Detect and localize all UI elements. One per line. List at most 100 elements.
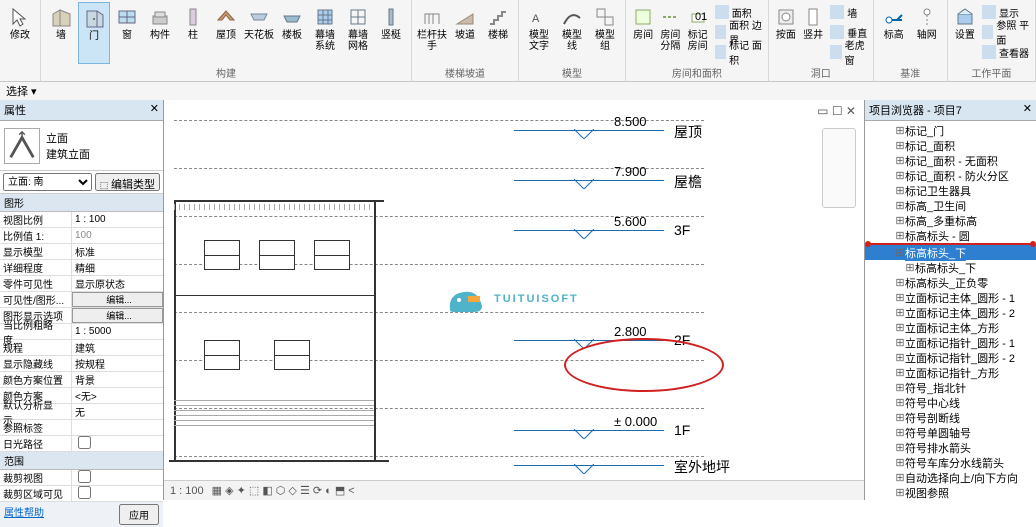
- expand-icon[interactable]: ⊞: [895, 456, 905, 469]
- prop-row[interactable]: 显示模型标准: [0, 244, 163, 260]
- tree-node[interactable]: ⊞符号排水箭头: [865, 440, 1036, 455]
- level-name[interactable]: 1F: [674, 422, 690, 438]
- expand-icon[interactable]: ⊞: [895, 154, 905, 167]
- tree-node[interactable]: ⊞标记_门: [865, 123, 1036, 138]
- tree-node[interactable]: ⊞标高_多重标高: [865, 213, 1036, 228]
- level-value[interactable]: 5.600: [614, 214, 647, 229]
- ribbon-small-button[interactable]: 查看器: [982, 42, 1031, 62]
- tree-node[interactable]: ⊞标高_卫生间: [865, 198, 1036, 213]
- view-control-bar[interactable]: 1 : 100 ▦ ◈ ✦ ⬚ ◧ ⬡ ◇ ☰ ⟳ ◐ ⬒ <: [164, 480, 864, 500]
- tree-node[interactable]: ⊞符号单圆轴号: [865, 425, 1036, 440]
- drawing-canvas[interactable]: ▭ ☐ ✕ 8.500屋顶7.900屋檐5.6003F2.8002F± 0.00…: [164, 100, 864, 500]
- tree-node[interactable]: ⊞标高标头_下: [865, 260, 1036, 275]
- expand-icon[interactable]: ⊞: [895, 124, 905, 137]
- tree-node[interactable]: ⊞立面标记指针_方形: [865, 365, 1036, 380]
- prop-row[interactable]: 详细程度精细: [0, 260, 163, 276]
- expand-icon[interactable]: ⊞: [895, 199, 905, 212]
- tree-node[interactable]: ⊞标高标头 - 圆: [865, 228, 1036, 243]
- close-icon[interactable]: ✕: [1023, 102, 1032, 118]
- tree-node[interactable]: ⊞标记_面积 - 防火分区: [865, 168, 1036, 183]
- expand-icon[interactable]: ⊞: [895, 306, 905, 319]
- ribbon-curtain-button[interactable]: 幕墙 系统: [309, 2, 341, 64]
- tree-node[interactable]: ⊞标高标头_下: [865, 245, 1036, 260]
- ribbon-room-button[interactable]: 房间: [630, 2, 656, 64]
- tree-node[interactable]: ⊞立面标记主体_圆形 - 1: [865, 290, 1036, 305]
- prop-row[interactable]: 默认分析显示...无: [0, 404, 163, 420]
- ribbon-stair-button[interactable]: 楼梯: [482, 2, 514, 64]
- ribbon-floor-button[interactable]: 楼板: [276, 2, 308, 64]
- prop-group[interactable]: 范围: [0, 452, 163, 470]
- ribbon-byface-button[interactable]: 按面: [773, 2, 799, 64]
- level-value[interactable]: 8.500: [614, 114, 647, 129]
- level-value[interactable]: ± 0.000: [614, 414, 657, 429]
- tree-node[interactable]: ⊞标记卫生器具: [865, 183, 1036, 198]
- expand-icon[interactable]: ⊞: [895, 396, 905, 409]
- expand-icon[interactable]: ⊞: [895, 169, 905, 182]
- expand-icon[interactable]: ⊞: [895, 321, 905, 334]
- expand-icon[interactable]: ⊞: [895, 276, 905, 289]
- tree-node[interactable]: ⊞符号车库分水线箭头: [865, 455, 1036, 470]
- level-name[interactable]: 3F: [674, 222, 690, 238]
- tree-node[interactable]: ⊞符号_指北针: [865, 380, 1036, 395]
- tree-node[interactable]: ⊞符号剖断线: [865, 410, 1036, 425]
- tree-node[interactable]: ⊞自动选择向上/向下方向: [865, 470, 1036, 485]
- close-icon[interactable]: ✕: [150, 102, 159, 118]
- expand-icon[interactable]: ⊞: [895, 471, 905, 484]
- ribbon-rail-button[interactable]: 栏杆扶手: [416, 2, 448, 64]
- expand-icon[interactable]: ⊞: [895, 139, 905, 152]
- expand-icon[interactable]: ⊞: [895, 411, 905, 424]
- ribbon-mtext-button[interactable]: A模型 文字: [523, 2, 555, 64]
- browser-tree[interactable]: ⊞标记_门⊞标记_面积⊞标记_面积 - 无面积⊞标记_面积 - 防火分区⊞标记卫…: [865, 121, 1036, 500]
- ribbon-cgrid-button[interactable]: 幕墙 网格: [342, 2, 374, 64]
- ribbon-rtag-button[interactable]: 01标记 房间: [685, 2, 711, 64]
- ribbon-ramp-button[interactable]: 坡道: [449, 2, 481, 64]
- prop-row[interactable]: 日光路径: [0, 436, 163, 452]
- status-icons[interactable]: ▦ ◈ ✦ ⬚ ◧ ⬡ ◇ ☰ ⟳ ◐ ⬒ <: [212, 484, 355, 497]
- prop-row[interactable]: 零件可见性显示原状态: [0, 276, 163, 292]
- expand-icon[interactable]: ⊞: [895, 426, 905, 439]
- ribbon-shaft-button[interactable]: 竖井: [800, 2, 826, 64]
- expand-icon[interactable]: ⊞: [895, 184, 905, 197]
- tree-node[interactable]: ⊞立面标记主体_方形: [865, 320, 1036, 335]
- apply-button[interactable]: 应用: [119, 504, 159, 525]
- prop-row[interactable]: 显示隐藏线按规程: [0, 356, 163, 372]
- ribbon-ceiling-button[interactable]: 天花板: [243, 2, 275, 64]
- expand-icon[interactable]: ⊞: [905, 261, 915, 274]
- ribbon-small-button[interactable]: 墙: [830, 2, 869, 22]
- ribbon-wall-button[interactable]: 墙: [45, 2, 77, 64]
- scale-display[interactable]: 1 : 100: [170, 485, 204, 497]
- prop-row[interactable]: 裁剪视图: [0, 470, 163, 486]
- properties-help[interactable]: 属性帮助: [4, 504, 44, 525]
- ribbon-roof-button[interactable]: 屋顶: [210, 2, 242, 64]
- tree-node[interactable]: ⊞视图参照: [865, 485, 1036, 500]
- select-dropdown[interactable]: 选择 ▾: [0, 82, 1036, 100]
- tree-node[interactable]: ⊞立面标记主体_圆形 - 2: [865, 305, 1036, 320]
- level-value[interactable]: 2.800: [614, 324, 647, 339]
- edit-type-button[interactable]: ⬚ 编辑类型: [95, 173, 160, 191]
- level-name[interactable]: 屋顶: [674, 122, 702, 142]
- tree-node[interactable]: ⊞立面标记指针_圆形 - 2: [865, 350, 1036, 365]
- ribbon-component-button[interactable]: 构件: [144, 2, 176, 64]
- ribbon-column-button[interactable]: 柱: [177, 2, 209, 64]
- ribbon-mline-button[interactable]: 模型 线: [556, 2, 588, 64]
- level-value[interactable]: 7.900: [614, 164, 647, 179]
- prop-row[interactable]: 可见性/图形...编辑...: [0, 292, 163, 308]
- tree-node[interactable]: ⊞符号中心线: [865, 395, 1036, 410]
- prop-row[interactable]: 当比例粗略度...1 : 5000: [0, 324, 163, 340]
- expand-icon[interactable]: ⊞: [895, 229, 905, 242]
- expand-icon[interactable]: ⊞: [895, 246, 905, 259]
- expand-icon[interactable]: ⊞: [895, 336, 905, 349]
- tree-node[interactable]: ⊞立面标记指针_圆形 - 1: [865, 335, 1036, 350]
- level-name[interactable]: 屋檐: [674, 172, 702, 192]
- expand-icon[interactable]: ⊞: [895, 486, 905, 499]
- prop-group[interactable]: 图形: [0, 194, 163, 212]
- expand-icon[interactable]: ⊞: [895, 291, 905, 304]
- ribbon-door-button[interactable]: 门: [78, 2, 110, 64]
- tree-node[interactable]: ⊞标高标头_正负零: [865, 275, 1036, 290]
- expand-icon[interactable]: ⊞: [895, 214, 905, 227]
- expand-icon[interactable]: ⊞: [895, 381, 905, 394]
- level-name[interactable]: 室外地坪: [674, 457, 730, 477]
- ribbon-rsep-button[interactable]: 房间 分隔: [657, 2, 683, 64]
- expand-icon[interactable]: ⊞: [895, 366, 905, 379]
- prop-row[interactable]: 规程建筑: [0, 340, 163, 356]
